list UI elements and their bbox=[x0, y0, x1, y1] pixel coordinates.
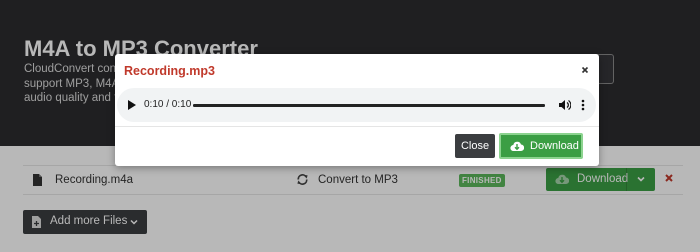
modal-divider bbox=[115, 126, 599, 127]
modal-download-button[interactable]: Download bbox=[499, 133, 583, 159]
playback-time: 0:10 / 0:10 bbox=[144, 99, 192, 110]
more-vert-icon[interactable] bbox=[581, 99, 585, 111]
cloud-download-icon bbox=[510, 141, 524, 152]
download-label: Download bbox=[530, 140, 579, 152]
preview-modal: Recording.mp3 0:10 / 0:10 Close Download bbox=[115, 54, 599, 166]
audio-player: 0:10 / 0:10 bbox=[117, 88, 596, 122]
progress-track[interactable] bbox=[193, 104, 545, 107]
progress-fill bbox=[193, 104, 545, 107]
close-button[interactable]: Close bbox=[455, 134, 495, 158]
volume-icon[interactable] bbox=[559, 99, 571, 111]
close-icon[interactable] bbox=[580, 64, 590, 76]
play-icon[interactable] bbox=[128, 100, 136, 110]
modal-title: Recording.mp3 bbox=[124, 64, 215, 78]
